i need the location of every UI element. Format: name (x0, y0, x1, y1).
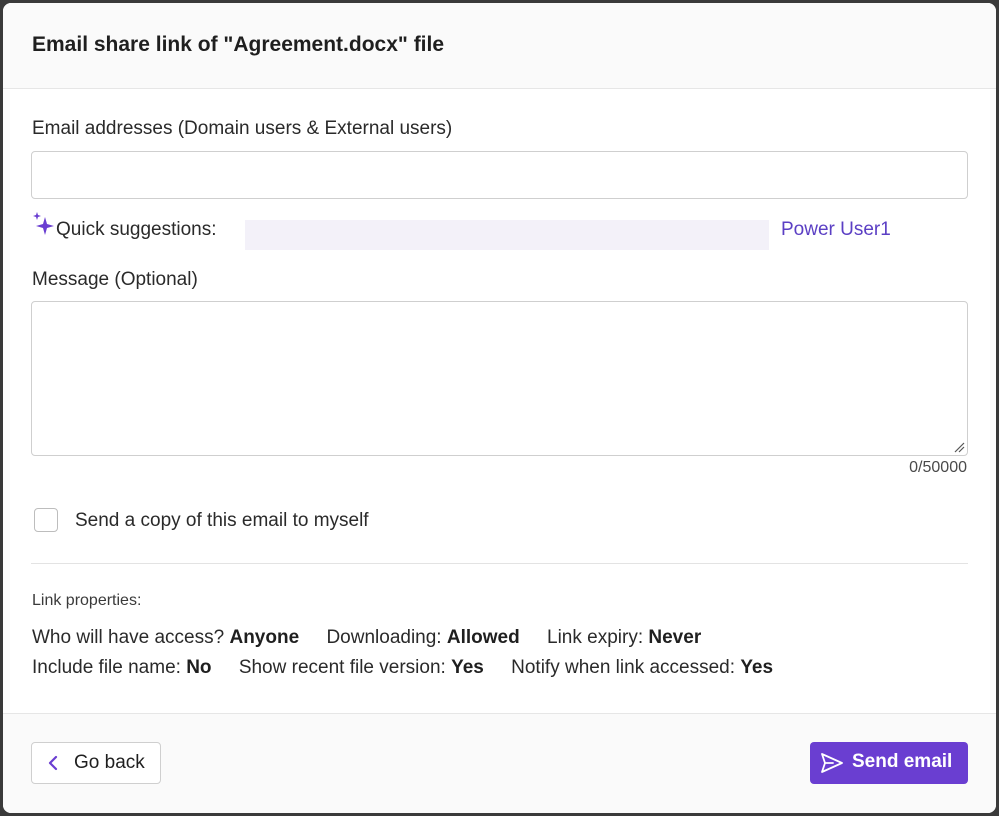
suggestion-power-user1[interactable]: Power User1 (781, 219, 891, 241)
send-email-button[interactable]: Send email (810, 742, 968, 784)
message-textarea[interactable] (31, 301, 968, 456)
dialog-footer: Go back Send email (3, 713, 996, 813)
link-properties-heading: Link properties: (32, 592, 142, 609)
dialog-header: Email share link of "Agreement.docx" fil… (3, 3, 996, 89)
send-email-label: Send email (852, 751, 953, 772)
sparkle-icon (33, 212, 54, 235)
section-divider (31, 563, 968, 564)
prop-access: Who will have access? Anyone (32, 627, 300, 648)
share-email-dialog: Email share link of "Agreement.docx" fil… (3, 3, 996, 813)
message-label: Message (Optional) (32, 269, 198, 290)
send-icon (821, 753, 843, 773)
prop-link-expiry: Link expiry: Never (547, 627, 702, 648)
prop-downloading: Downloading: Allowed (326, 627, 520, 648)
link-properties-row-1: Who will have access? Anyone Downloading… (32, 627, 723, 649)
email-label: Email addresses (Domain users & External… (32, 118, 453, 139)
quick-suggestions: Quick suggestions: Power User1 (31, 211, 968, 250)
message-char-counter: 0/50000 (909, 459, 967, 476)
quick-suggestions-label: Quick suggestions: (56, 219, 217, 240)
copy-to-self-label[interactable]: Send a copy of this email to myself (75, 510, 369, 532)
go-back-button[interactable]: Go back (31, 742, 161, 784)
chevron-left-icon (48, 755, 58, 771)
prop-recent-version: Show recent file version: Yes (238, 657, 484, 678)
resize-handle-icon[interactable] (953, 441, 965, 453)
prop-include-file-name: Include file name: No (32, 657, 212, 678)
go-back-label: Go back (74, 752, 145, 773)
dialog-title: Email share link of "Agreement.docx" fil… (32, 33, 445, 56)
redacted-suggestions (245, 220, 769, 250)
link-properties-row-2: Include file name: No Show recent file v… (32, 657, 795, 679)
copy-to-self-checkbox[interactable] (34, 508, 58, 532)
email-input[interactable] (31, 151, 968, 199)
prop-notify-accessed: Notify when link accessed: Yes (511, 657, 774, 678)
